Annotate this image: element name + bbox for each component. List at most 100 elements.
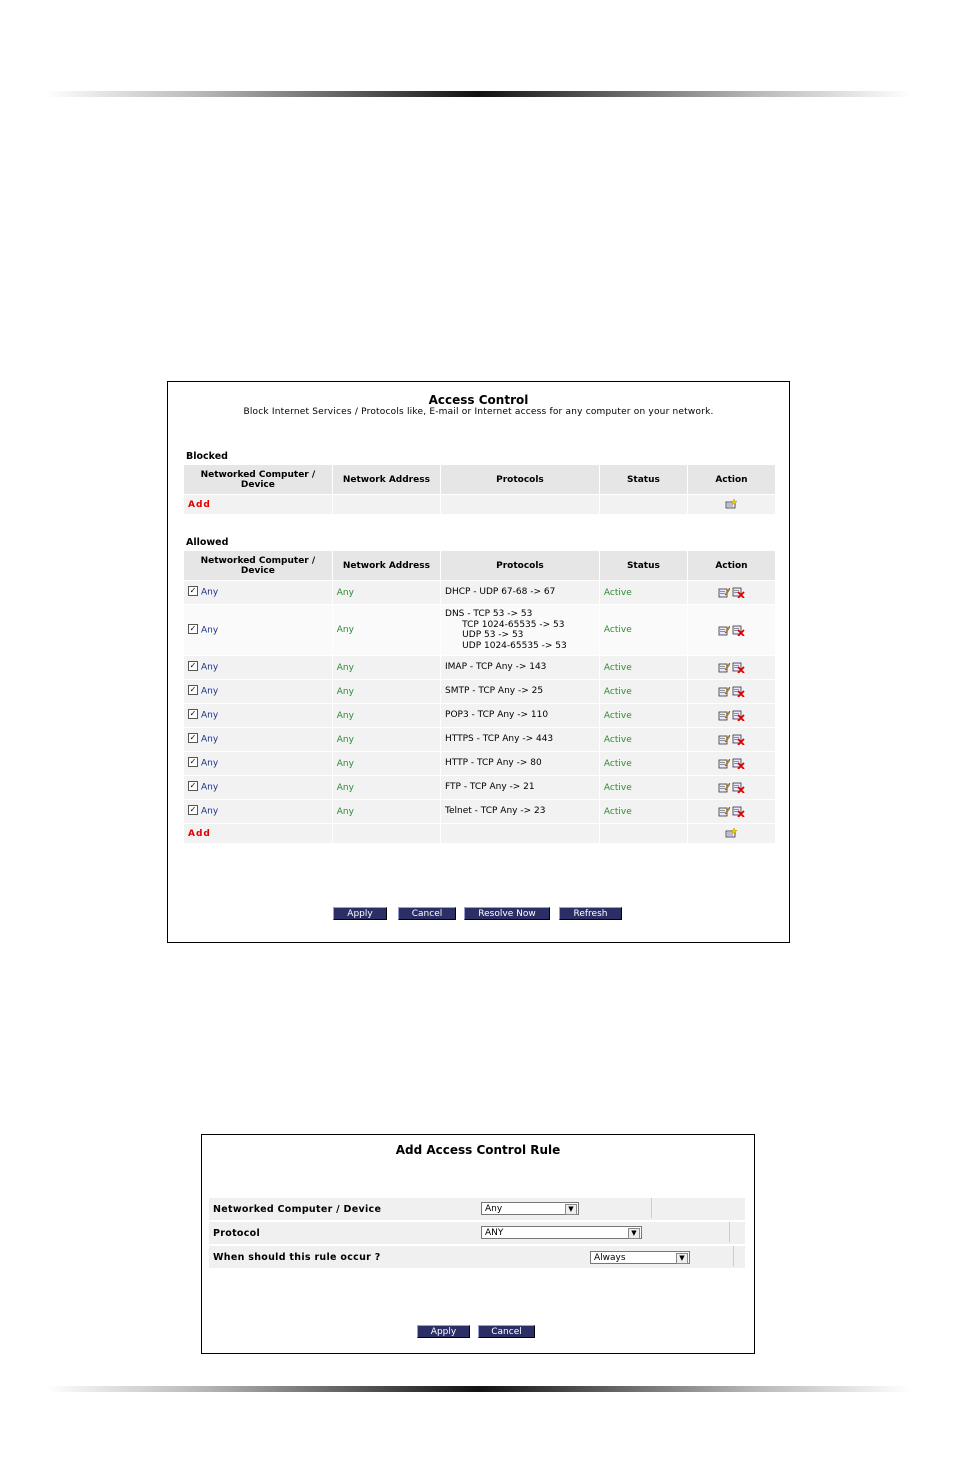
address-cell: Any bbox=[332, 581, 441, 604]
device-link[interactable]: Any bbox=[201, 711, 218, 721]
edit-icon[interactable] bbox=[718, 734, 731, 745]
protocol-line: HTTPS - TCP Any -> 443 bbox=[445, 734, 554, 745]
checkbox-icon[interactable]: ✓ bbox=[188, 709, 198, 720]
device-select[interactable]: Any ▼ bbox=[481, 1202, 579, 1215]
protocol-cell: DHCP - UDP 67-68 -> 67 bbox=[441, 581, 599, 604]
checkbox-icon[interactable]: ✓ bbox=[188, 661, 198, 672]
protocol-line: POP3 - TCP Any -> 110 bbox=[445, 710, 549, 721]
add-icon[interactable] bbox=[725, 498, 738, 510]
device-cell: ✓ Any bbox=[184, 752, 332, 775]
apply-button[interactable]: Apply bbox=[333, 907, 387, 920]
table-row: ✓ Any Any DNS - TCP 53 -> 53 TCP 1024-65535… bbox=[184, 605, 775, 655]
device-link[interactable]: Any bbox=[201, 588, 218, 598]
protocol-select[interactable]: ANY ▼ bbox=[481, 1226, 642, 1239]
device-cell: ✓ Any bbox=[184, 656, 332, 679]
checkbox-icon[interactable]: ✓ bbox=[188, 781, 198, 792]
device-link[interactable]: Any bbox=[201, 783, 218, 793]
table-row: ✓ Any Any DHCP - UDP 67-68 -> 67 Active bbox=[184, 581, 775, 604]
access-control-title: Access Control bbox=[428, 393, 529, 407]
edit-icon[interactable] bbox=[718, 625, 731, 636]
protocol-line: IMAP - TCP Any -> 143 bbox=[445, 662, 547, 673]
protocol-cell: IMAP - TCP Any -> 143 bbox=[441, 656, 599, 679]
status-cell: Active bbox=[599, 800, 687, 823]
protocol-line: UDP 53 -> 53 bbox=[445, 630, 524, 640]
protocol-line: Telnet - TCP Any -> 23 bbox=[445, 806, 546, 817]
edit-icon[interactable] bbox=[718, 806, 731, 817]
device-cell: ✓ Any bbox=[184, 800, 332, 823]
protocol-cell: Telnet - TCP Any -> 23 bbox=[441, 800, 599, 823]
allowed-table: Networked Computer / Device Network Addr… bbox=[183, 550, 776, 844]
blocked-add-link[interactable]: Add bbox=[184, 495, 332, 514]
allowed-add-link[interactable]: Add bbox=[184, 824, 332, 843]
add-rule-apply-button[interactable]: Apply bbox=[417, 1325, 470, 1338]
address-cell: Any bbox=[332, 800, 441, 823]
checkbox-icon[interactable]: ✓ bbox=[188, 685, 198, 696]
protocol-line: UDP 1024-65535 -> 53 bbox=[445, 640, 567, 651]
edit-icon[interactable] bbox=[718, 782, 731, 793]
protocol-line: TCP 1024-65535 -> 53 bbox=[445, 619, 565, 630]
delete-icon[interactable] bbox=[732, 686, 745, 698]
table-row: ✓ Any Any SMTP - TCP Any -> 25 Active bbox=[184, 680, 775, 703]
device-link[interactable]: Any bbox=[201, 735, 218, 745]
protocol-row: Protocol ANY ▼ bbox=[209, 1222, 745, 1244]
refresh-button[interactable]: Refresh bbox=[559, 907, 622, 920]
add-rule-cancel-button[interactable]: Cancel bbox=[478, 1325, 535, 1338]
action-cell bbox=[687, 704, 775, 727]
delete-icon[interactable] bbox=[732, 587, 745, 599]
address-cell: Any bbox=[332, 656, 441, 679]
action-cell bbox=[687, 605, 775, 655]
device-cell: ✓ Any bbox=[184, 581, 332, 604]
edit-icon[interactable] bbox=[718, 758, 731, 769]
when-select[interactable]: Always ▼ bbox=[590, 1251, 690, 1264]
table-row: ✓ Any Any POP3 - TCP Any -> 110 Active bbox=[184, 704, 775, 727]
col-protocols: Protocols bbox=[441, 465, 599, 494]
delete-icon[interactable] bbox=[732, 734, 745, 746]
protocol-select-value: ANY bbox=[485, 1228, 504, 1238]
add-icon[interactable] bbox=[725, 827, 738, 839]
device-link[interactable]: Any bbox=[201, 625, 218, 635]
when-label: When should this rule occur ? bbox=[213, 1252, 381, 1263]
delete-icon[interactable] bbox=[732, 758, 745, 770]
resolve-now-button[interactable]: Resolve Now bbox=[464, 907, 550, 920]
device-row: Networked Computer / Device Any ▼ bbox=[209, 1198, 745, 1220]
table-row: ✓ Any Any HTTPS - TCP Any -> 443 Active bbox=[184, 728, 775, 751]
table-row: ✓ Any Any FTP - TCP Any -> 21 Active bbox=[184, 776, 775, 799]
delete-icon[interactable] bbox=[732, 782, 745, 794]
edit-icon[interactable] bbox=[718, 686, 731, 697]
edit-icon[interactable] bbox=[718, 662, 731, 673]
status-cell: Active bbox=[599, 656, 687, 679]
protocol-cell: SMTP - TCP Any -> 25 bbox=[441, 680, 599, 703]
device-link[interactable]: Any bbox=[201, 807, 218, 817]
delete-icon[interactable] bbox=[732, 710, 745, 722]
device-cell: ✓ Any bbox=[184, 680, 332, 703]
protocol-cell: HTTPS - TCP Any -> 443 bbox=[441, 728, 599, 751]
bottom-divider bbox=[45, 1386, 911, 1392]
action-cell bbox=[687, 680, 775, 703]
delete-icon[interactable] bbox=[732, 625, 745, 637]
checkbox-icon[interactable]: ✓ bbox=[188, 733, 198, 744]
checkbox-icon[interactable]: ✓ bbox=[188, 757, 198, 768]
delete-icon[interactable] bbox=[732, 662, 745, 674]
checkbox-icon[interactable]: ✓ bbox=[188, 623, 198, 634]
device-link[interactable]: Any bbox=[201, 759, 218, 769]
checkbox-icon[interactable]: ✓ bbox=[188, 586, 198, 597]
action-cell bbox=[687, 800, 775, 823]
address-cell: Any bbox=[332, 752, 441, 775]
edit-icon[interactable] bbox=[718, 710, 731, 721]
device-link[interactable]: Any bbox=[201, 687, 218, 697]
device-select-value: Any bbox=[485, 1204, 503, 1214]
checkbox-icon[interactable]: ✓ bbox=[188, 805, 198, 816]
when-row: When should this rule occur ? Always ▼ bbox=[209, 1246, 745, 1268]
table-row: ✓ Any Any Telnet - TCP Any -> 23 Active bbox=[184, 800, 775, 823]
device-label: Networked Computer / Device bbox=[213, 1204, 382, 1215]
action-cell bbox=[687, 752, 775, 775]
device-cell: ✓ Any bbox=[184, 728, 332, 751]
protocol-line: SMTP - TCP Any -> 25 bbox=[445, 686, 544, 697]
edit-icon[interactable] bbox=[718, 587, 731, 598]
table-row: ✓ Any Any HTTP - TCP Any -> 80 Active bbox=[184, 752, 775, 775]
device-link[interactable]: Any bbox=[201, 663, 218, 673]
protocol-cell: HTTP - TCP Any -> 80 bbox=[441, 752, 599, 775]
table-row: Add bbox=[184, 824, 775, 843]
cancel-button[interactable]: Cancel bbox=[398, 907, 456, 920]
delete-icon[interactable] bbox=[732, 806, 745, 818]
